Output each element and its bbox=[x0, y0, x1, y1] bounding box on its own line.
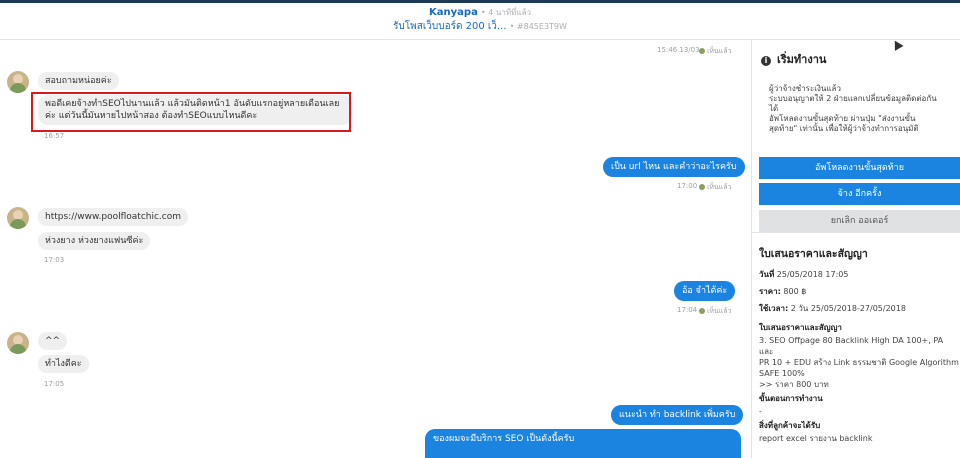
avatar[interactable] bbox=[7, 332, 29, 354]
header-job-row: รับโพสเว็บบอร์ด 200 เว็... • #845E3T9W bbox=[0, 20, 960, 33]
panel-title: i เริ่มทำงาน bbox=[761, 50, 826, 68]
message-bubble: ^^ bbox=[38, 332, 68, 350]
panel-divider bbox=[752, 232, 960, 233]
quote-price: ราคา: 800 ฿ bbox=[759, 287, 807, 296]
read-receipt: เห็นแล้ว bbox=[696, 306, 732, 317]
info-icon: i bbox=[761, 56, 771, 66]
deliverable-label: สิ่งที่ลูกค้าจะได้รับ bbox=[759, 421, 821, 430]
last-seen: • 4 นาทีที่แล้ว bbox=[481, 8, 531, 17]
avatar[interactable] bbox=[7, 207, 29, 229]
order-code: • #845E3T9W bbox=[509, 22, 567, 31]
panel-steps: ผู้ว่าจ้างชำระเงินแล้ว ระบบอนุญาตให้ 2 ฝ… bbox=[769, 84, 937, 133]
message-bubble-outgoing: อ้อ จำได้ค่ะ bbox=[674, 281, 736, 301]
quote-date: วันที่ 25/05/2018 17:05 bbox=[759, 270, 849, 279]
quote-duration: ใช้เวลา: 2 วัน 25/05/2018-27/05/2018 bbox=[759, 304, 906, 313]
header-user-row: Kanyapa • 4 นาทีที่แล้ว bbox=[0, 7, 960, 19]
message-time: 17:05 bbox=[44, 380, 65, 388]
message-time: 15:46 13/03 bbox=[657, 46, 700, 54]
upload-final-work-button[interactable]: อัพโหลดงานขั้นสุดท้าย bbox=[759, 157, 960, 179]
message-bubble: ทำไงดีคะ bbox=[38, 355, 89, 373]
contract-label: ใบเสนอราคาและสัญญา bbox=[759, 323, 842, 332]
message-time: 16:57 bbox=[44, 132, 65, 140]
cancel-order-button[interactable]: ยกเลิก ออเดอร์ bbox=[759, 210, 960, 232]
message-bubble-outgoing: เป็น url ไหน และคำว่าอะไรครับ bbox=[603, 157, 745, 177]
work-steps-label: ขั้นตอนการทำงาน bbox=[759, 394, 823, 403]
work-steps-value: - bbox=[759, 407, 762, 416]
contract-details: 3. SEO Offpage 80 Backlink High DA 100+,… bbox=[759, 336, 959, 389]
rehire-button[interactable]: จ้าง อีกครั้ง bbox=[759, 183, 960, 205]
message-time: 17:03 bbox=[44, 256, 65, 264]
message-bubble: สอบถามหน่อยค่ะ bbox=[38, 72, 119, 90]
highlight-box bbox=[31, 92, 351, 132]
reader-avatar-icon bbox=[699, 308, 705, 314]
order-panel: i เริ่มทำงาน ผู้ว่าจ้างชำระเงินแล้ว ระบบอ… bbox=[751, 40, 960, 458]
deliverable-value: report excel รายงาน backlink bbox=[759, 434, 873, 443]
chat-thread[interactable]: 15:46 13/03 เห็นแล้ว สอบถามหน่อยค่ะ พอดี… bbox=[0, 40, 750, 458]
quote-section-title: ใบเสนอราคาและสัญญา bbox=[759, 248, 868, 260]
job-title-link[interactable]: รับโพสเว็บบอร์ด 200 เว็... bbox=[393, 21, 506, 32]
message-bubble-outgoing: แนะนำ ทำ backlink เพิ่มครับ bbox=[611, 405, 744, 425]
message-bubble: ห่วงยาง ห่วงยางแฟนซีค่ะ bbox=[38, 232, 151, 250]
chat-header: Kanyapa • 4 นาทีที่แล้ว รับโพสเว็บบอร์ด … bbox=[0, 3, 960, 40]
message-time: 17:00 bbox=[677, 182, 698, 190]
reader-avatar-icon bbox=[699, 184, 705, 190]
message-bubble: https://www.poolfloatchic.com bbox=[38, 208, 189, 226]
reader-avatar-icon bbox=[699, 48, 705, 54]
read-receipt: เห็นแล้ว bbox=[696, 182, 732, 193]
message-bubble-outgoing: ของผมจะมีบริการ SEO เป็นดังนี้ครับ bbox=[425, 429, 741, 458]
message-time: 17:04 bbox=[677, 306, 698, 314]
avatar[interactable] bbox=[7, 71, 29, 93]
read-receipt: เห็นแล้ว bbox=[696, 46, 732, 57]
contact-name[interactable]: Kanyapa bbox=[429, 7, 478, 18]
